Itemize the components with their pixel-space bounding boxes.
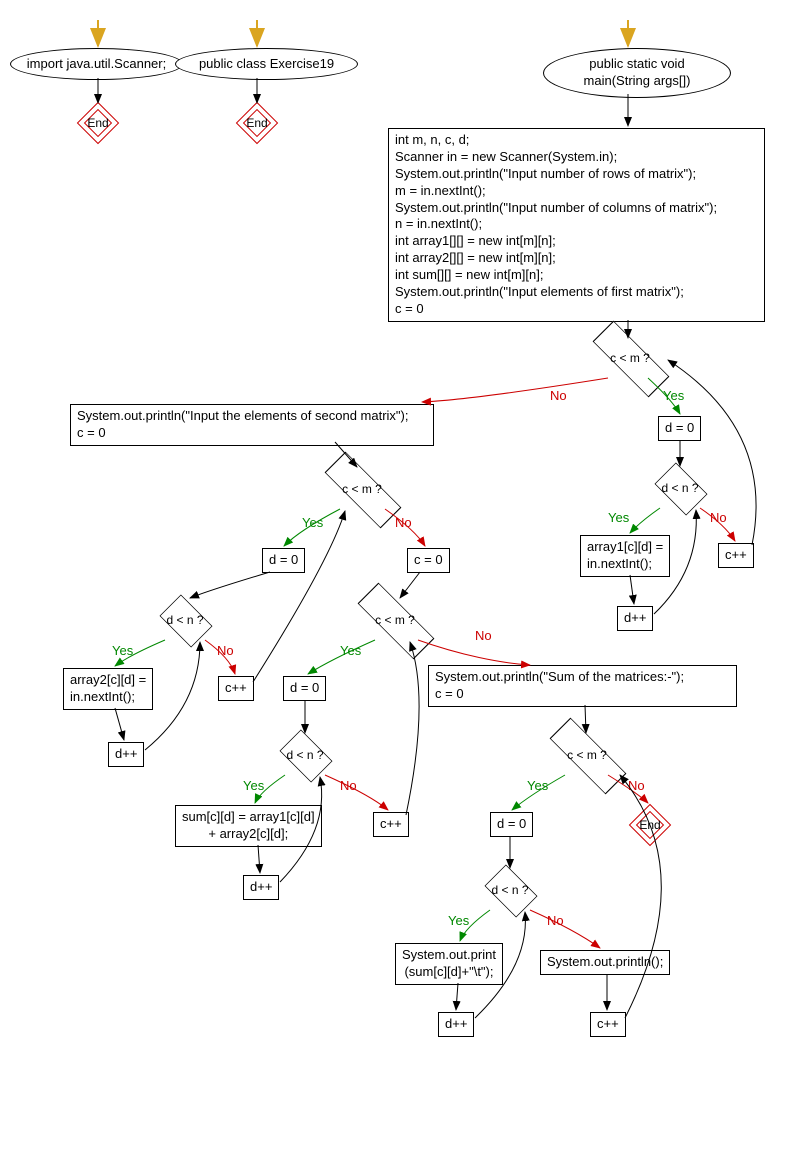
- no-label: No: [395, 515, 412, 530]
- dpp-1: d++: [617, 606, 653, 631]
- yes-label: Yes: [448, 913, 469, 928]
- cond-d-lt-n-1: d < n ?: [650, 468, 710, 508]
- sum-print-header: System.out.println("Sum of the matrices:…: [428, 665, 737, 707]
- yes-label: Yes: [243, 778, 264, 793]
- no-label: No: [475, 628, 492, 643]
- cond-c-lt-m-2: c < m ?: [327, 469, 397, 509]
- sum-assign: sum[c][d] = array1[c][d] + array2[c][d];: [175, 805, 322, 847]
- read-a2: array2[c][d] = in.nextInt();: [63, 668, 153, 710]
- cond-c-lt-m-4: c < m ?: [552, 735, 622, 775]
- println: System.out.println();: [540, 950, 670, 975]
- yes-label: Yes: [302, 515, 323, 530]
- yes-label: Yes: [340, 643, 361, 658]
- dpp-2: d++: [108, 742, 144, 767]
- cpp-1: c++: [718, 543, 754, 568]
- cond-c-lt-m-3: c < m ?: [360, 600, 430, 640]
- no-label: No: [550, 388, 567, 403]
- cpp-3: c++: [373, 812, 409, 837]
- second-prompt: System.out.println("Input the elements o…: [70, 404, 434, 446]
- cpp-2: c++: [218, 676, 254, 701]
- print-cell: System.out.print (sum[c][d]+"\t");: [395, 943, 503, 985]
- cpp-4: c++: [590, 1012, 626, 1037]
- c0-mid: c = 0: [407, 548, 450, 573]
- cond-d-lt-n-3: d < n ?: [275, 735, 335, 775]
- d0-4: d = 0: [490, 812, 533, 837]
- dpp-4: d++: [438, 1012, 474, 1037]
- d0-1: d = 0: [658, 416, 701, 441]
- no-label: No: [217, 643, 234, 658]
- yes-label: Yes: [112, 643, 133, 658]
- no-label: No: [547, 913, 564, 928]
- read-a1: array1[c][d] = in.nextInt();: [580, 535, 670, 577]
- no-label: No: [710, 510, 727, 525]
- d0-2: d = 0: [262, 548, 305, 573]
- no-label: No: [340, 778, 357, 793]
- d0-3: d = 0: [283, 676, 326, 701]
- import-node: import java.util.Scanner;: [10, 48, 183, 80]
- cond-d-lt-n-4: d < n ?: [480, 870, 540, 910]
- init-block: int m, n, c, d; Scanner in = new Scanner…: [388, 128, 765, 322]
- yes-label: Yes: [663, 388, 684, 403]
- class-node: public class Exercise19: [175, 48, 358, 80]
- end-class: End: [237, 103, 277, 143]
- yes-label: Yes: [527, 778, 548, 793]
- no-label: No: [628, 778, 645, 793]
- yes-label: Yes: [608, 510, 629, 525]
- main-node: public static void main(String args[]): [543, 48, 731, 98]
- cond-c-lt-m-1: c < m ?: [595, 338, 665, 378]
- cond-d-lt-n-2: d < n ?: [155, 600, 215, 640]
- dpp-3: d++: [243, 875, 279, 900]
- end-import: End: [78, 103, 118, 143]
- end-main: End: [630, 805, 670, 845]
